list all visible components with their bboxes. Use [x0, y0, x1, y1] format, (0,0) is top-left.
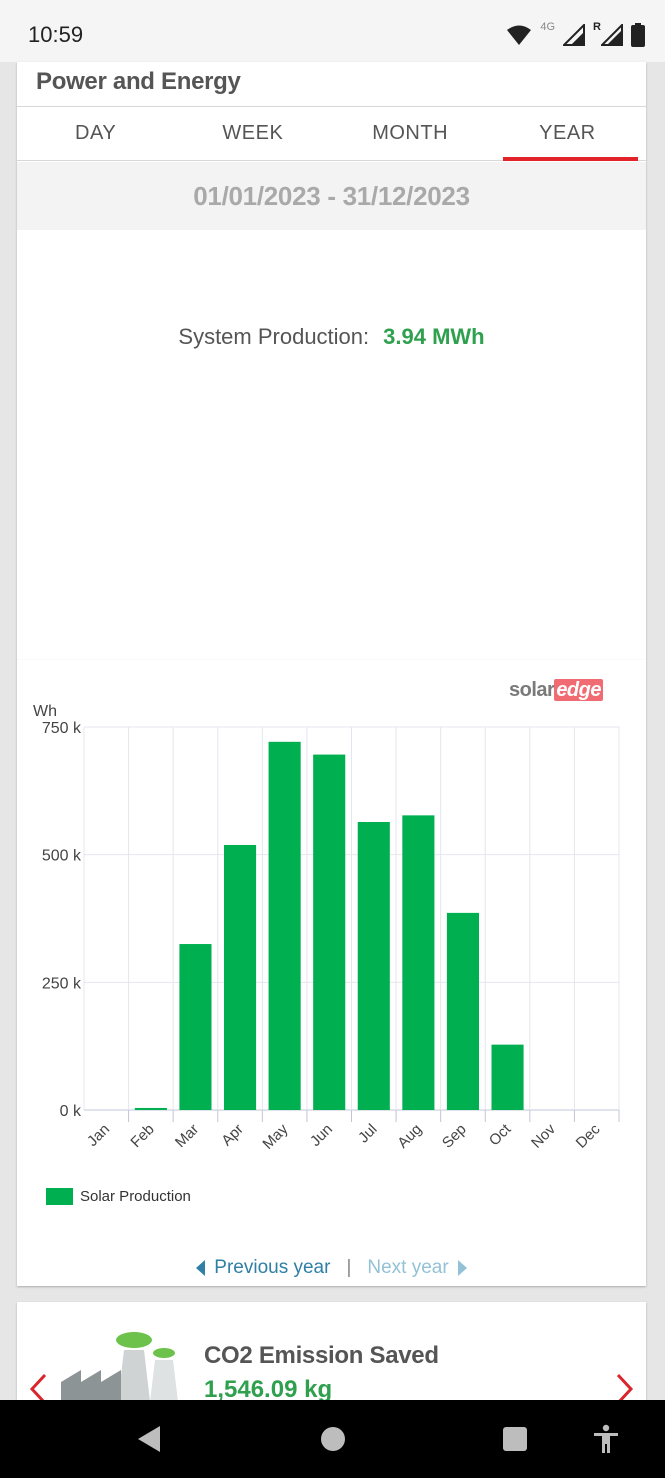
legend-label: Solar Production: [80, 1188, 191, 1205]
x-tick-label: Jul: [355, 1121, 381, 1147]
wifi-icon: [507, 25, 532, 45]
roaming-label: R: [593, 21, 601, 33]
x-tick-label: Oct: [486, 1120, 515, 1149]
network-label: 4G: [540, 21, 556, 33]
bar-oct: [491, 1044, 524, 1110]
bar-apr: [223, 844, 257, 1110]
x-tick-label: Dec: [573, 1120, 604, 1151]
pager-separator: |: [346, 1257, 352, 1278]
x-tick-label: May: [259, 1120, 291, 1152]
signal-icon: [563, 24, 586, 46]
caret-left-icon: [196, 1260, 206, 1276]
bar-jun: [313, 754, 346, 1110]
y-tick-label: 250 k: [42, 975, 82, 992]
factory-icon: [61, 1332, 178, 1400]
year-pager: Previous year | Next year: [17, 1257, 646, 1279]
y-tick-label: 500 k: [42, 848, 82, 865]
bar-feb: [134, 1107, 167, 1110]
card-title: Power and Energy: [36, 68, 241, 95]
back-icon[interactable]: [136, 1424, 162, 1454]
co2-title: CO2 Emission Saved: [204, 1342, 439, 1369]
system-nav-bar: [0, 1400, 665, 1478]
chart-card: solar edge 0 k 250 k 500 k 750 k Wh Jan Feb Mar A…: [17, 660, 646, 1286]
system-production: System Production: 3.94 MWh: [17, 324, 646, 350]
y-axis-label: Wh: [33, 703, 57, 720]
next-year-link[interactable]: Next year: [367, 1257, 467, 1279]
tab-month[interactable]: MONTH: [332, 107, 489, 160]
legend-swatch: [46, 1188, 73, 1205]
x-tick-label: Nov: [528, 1120, 559, 1151]
power-energy-card: Power and Energy DAY WEEK MONTH YEAR 01/…: [17, 62, 646, 660]
accessibility-icon[interactable]: [592, 1424, 620, 1454]
x-tick-label: Apr: [218, 1121, 247, 1150]
bar-aug: [402, 815, 435, 1110]
x-tick-label: Mar: [172, 1121, 202, 1151]
x-tick-label: Feb: [127, 1121, 157, 1151]
co2-value: 1,546.09 kg: [204, 1376, 333, 1400]
chart-legend[interactable]: Solar Production: [46, 1188, 191, 1205]
bar-jul: [357, 821, 390, 1110]
next-year-label: Next year: [367, 1257, 449, 1278]
status-time: 10:59: [28, 22, 84, 47]
status-bar: 10:59 4G R: [0, 0, 665, 62]
bar-may: [268, 741, 301, 1110]
y-tick-label: 0 k: [60, 1103, 82, 1120]
recents-icon[interactable]: [502, 1424, 528, 1454]
home-icon[interactable]: [320, 1424, 346, 1454]
tab-day[interactable]: DAY: [17, 107, 174, 160]
tab-week[interactable]: WEEK: [174, 107, 331, 160]
y-tick-label: 750 k: [42, 720, 82, 737]
x-tick-label: Jan: [84, 1121, 113, 1150]
bar-sep: [446, 912, 480, 1110]
previous-year-link[interactable]: Previous year: [196, 1257, 330, 1279]
caret-right-icon: [457, 1260, 467, 1276]
tab-year[interactable]: YEAR: [489, 107, 646, 161]
production-chart: 0 k 250 k 500 k 750 kWh Jan Feb Mar Apr May Jun Ju…: [33, 703, 620, 1153]
battery-icon: [631, 23, 645, 47]
bar-mar: [179, 944, 212, 1110]
x-tick-label: Aug: [394, 1121, 425, 1152]
x-tick-label: Sep: [439, 1121, 470, 1152]
chevron-right-icon[interactable]: [614, 1372, 636, 1400]
production-value: 3.94 MWh: [383, 324, 485, 349]
production-label: System Production:: [178, 324, 370, 349]
co2-card: CO2 Emission Saved 1,546.09 kg: [17, 1302, 646, 1400]
date-range: 01/01/2023 - 31/12/2023: [17, 162, 646, 230]
x-tick-label: Jun: [307, 1121, 336, 1150]
status-icons: 4G R: [506, 20, 645, 50]
chevron-left-icon[interactable]: [27, 1372, 49, 1400]
previous-year-label: Previous year: [214, 1257, 331, 1278]
period-tabs: DAY WEEK MONTH YEAR: [17, 107, 646, 161]
signal-roaming-icon: [601, 24, 623, 46]
